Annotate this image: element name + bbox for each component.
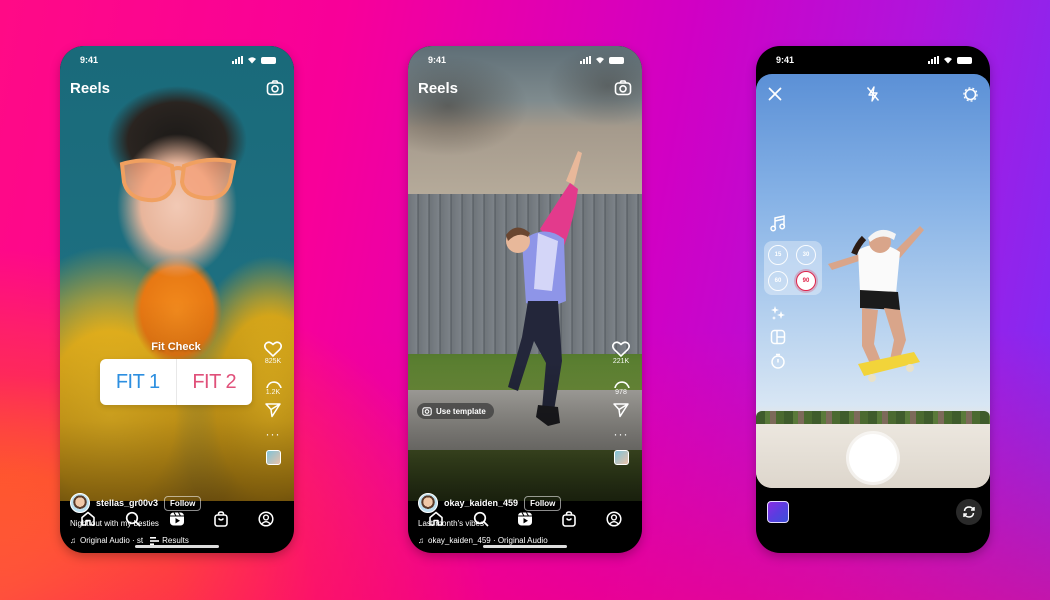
reel-photo-dancer [408, 46, 642, 501]
music-note-icon: ♫ [70, 536, 76, 545]
reels-header: Reels [60, 76, 294, 100]
duration-picker: 15 30 60 90 [764, 241, 822, 295]
comment-count: 1.2K [265, 389, 281, 396]
wifi-icon [596, 57, 604, 64]
camera-icon[interactable] [266, 80, 284, 96]
battery-icon [609, 56, 624, 64]
battery-icon [261, 56, 276, 64]
wifi-icon [248, 57, 256, 64]
fit-check-poll-sticker: Fit Check FIT 1 FIT 2 [100, 341, 252, 405]
share-icon[interactable] [265, 402, 281, 418]
like-count: 825K [264, 358, 282, 365]
camera-top-bar [756, 86, 990, 102]
share-icon[interactable] [613, 402, 629, 418]
page-title: Reels [70, 79, 111, 97]
timer-icon[interactable] [766, 349, 790, 373]
reels-header: Reels [408, 76, 642, 100]
status-bar: 9:41 [756, 46, 990, 74]
shop-icon[interactable] [557, 507, 581, 531]
results-label: Results [162, 536, 189, 545]
flip-camera-icon [963, 506, 975, 518]
bottom-nav [408, 501, 642, 537]
settings-icon[interactable] [963, 86, 978, 102]
phone-reels-template: 9:41 Reels Use template 221K 978 ··· oka… [408, 46, 642, 553]
more-options-icon[interactable]: ··· [266, 428, 281, 440]
more-options-icon[interactable]: ··· [614, 428, 629, 440]
sunglasses-graphic [119, 157, 237, 203]
duration-option[interactable]: 30 [796, 245, 816, 265]
home-indicator [483, 545, 567, 548]
audio-thumbnail[interactable] [265, 450, 281, 465]
duration-option-selected[interactable]: 90 [796, 271, 816, 291]
status-time: 9:41 [428, 55, 447, 65]
like-count: 221K [612, 358, 630, 365]
camera-tools: 15 30 60 90 [764, 211, 822, 373]
audio-label[interactable]: Original Audio · st [80, 536, 143, 545]
camera-icon[interactable] [614, 80, 632, 96]
bottom-nav [60, 501, 294, 537]
duration-option[interactable]: 15 [768, 245, 788, 265]
home-indicator [135, 545, 219, 548]
comment-count: 978 [615, 389, 627, 396]
use-template-label: Use template [436, 406, 486, 416]
skateboarder-figure [828, 226, 924, 382]
phone-reels-camera: 9:41 15 30 60 90 [756, 46, 990, 553]
flash-off-icon[interactable] [866, 86, 880, 102]
status-bar: 9:41 [60, 46, 294, 74]
wifi-icon [944, 57, 952, 64]
reel-video[interactable] [60, 46, 294, 501]
status-bar: 9:41 [408, 46, 642, 74]
signal-icon [580, 56, 591, 64]
page-title: Reels [418, 79, 459, 97]
action-rail: 825K 1.2K ··· [260, 341, 286, 465]
home-icon[interactable] [76, 507, 100, 531]
layout-icon[interactable] [766, 325, 790, 349]
music-icon[interactable] [766, 211, 790, 235]
comment-icon[interactable] [613, 371, 630, 388]
battery-icon [957, 56, 972, 64]
reels-icon[interactable] [165, 507, 189, 531]
gallery-thumbnail[interactable] [767, 501, 789, 523]
music-note-icon: ♫ [418, 536, 424, 545]
status-time: 9:41 [80, 55, 99, 65]
phone-reels-fit-check: 9:41 Reels Fit Check FIT 1 FIT 2 825K 1.… [60, 46, 294, 553]
search-icon[interactable] [121, 507, 145, 531]
effects-icon[interactable] [766, 301, 790, 325]
action-rail: 221K 978 ··· [608, 341, 634, 465]
audio-thumbnail[interactable] [613, 450, 629, 465]
audio-label[interactable]: okay_kaiden_459 · Original Audio [428, 536, 548, 545]
record-button[interactable] [849, 434, 897, 482]
close-icon[interactable] [768, 87, 782, 101]
signal-icon [928, 56, 939, 64]
flip-camera-button[interactable] [956, 499, 982, 525]
use-template-button[interactable]: Use template [417, 403, 494, 419]
signal-icon [232, 56, 243, 64]
poll-title: Fit Check [151, 341, 201, 353]
heart-icon[interactable] [264, 341, 282, 357]
status-time: 9:41 [776, 55, 795, 65]
results-icon [150, 536, 160, 545]
reel-video[interactable] [408, 46, 642, 501]
duration-option[interactable]: 60 [768, 271, 788, 291]
home-icon[interactable] [424, 507, 448, 531]
comment-icon[interactable] [265, 371, 282, 388]
search-icon[interactable] [469, 507, 493, 531]
template-camera-icon [422, 407, 432, 416]
shop-icon[interactable] [209, 507, 233, 531]
reels-icon[interactable] [513, 507, 537, 531]
profile-icon[interactable] [254, 507, 278, 531]
heart-icon[interactable] [612, 341, 630, 357]
poll-option-fit-1[interactable]: FIT 1 [100, 359, 177, 405]
poll-option-fit-2[interactable]: FIT 2 [177, 359, 253, 405]
poll-results-link[interactable]: Results [150, 536, 189, 545]
reel-photo-man-with-sunglasses [60, 46, 294, 501]
profile-icon[interactable] [602, 507, 626, 531]
